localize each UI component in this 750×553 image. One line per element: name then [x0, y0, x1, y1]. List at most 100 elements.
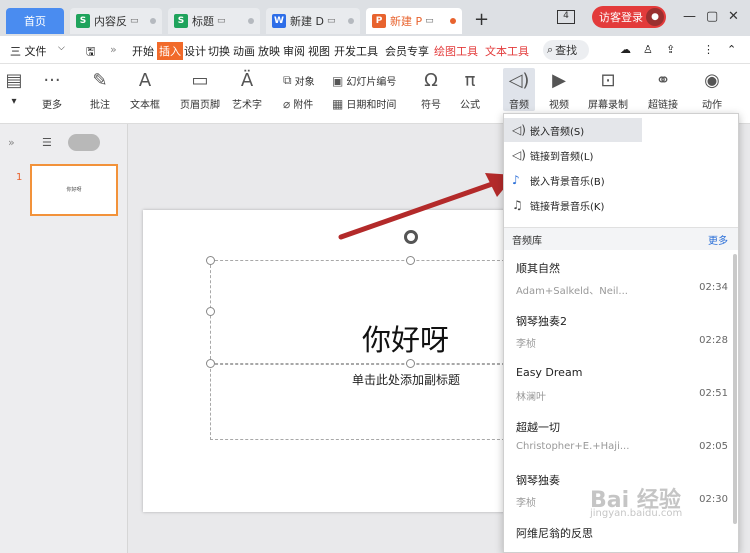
- guest-login-button[interactable]: 访客登录 ●: [592, 6, 666, 28]
- menu-design[interactable]: 设计: [184, 43, 206, 59]
- tab-unsaved-dot[interactable]: [450, 18, 456, 24]
- art-text-button[interactable]: Ä 艺术字: [232, 68, 262, 112]
- outline-view-icon[interactable]: ☰: [42, 136, 52, 149]
- title-placeholder[interactable]: [210, 260, 505, 364]
- tab-close-dot[interactable]: [348, 18, 354, 24]
- collapse-panel-icon[interactable]: »: [8, 136, 15, 149]
- picture-button[interactable]: ▤ ▾: [2, 68, 26, 108]
- library-more-link[interactable]: 更多: [708, 232, 728, 247]
- tab-doc-1[interactable]: S 内容反 ▭: [70, 8, 162, 34]
- menu-member[interactable]: 会员专享: [385, 43, 429, 59]
- menu-bar: 三 文件 ⌵ 🖫 » 开始 插入 设计 切换 动画 放映 审阅 视图 开发工具 …: [0, 36, 750, 64]
- screen-record-button[interactable]: ⊡ 屏幕录制: [588, 68, 628, 112]
- avatar: ●: [646, 8, 664, 26]
- ellipsis-icon: ···: [43, 69, 61, 91]
- annotation-arrow: [338, 173, 515, 240]
- link-icon: ⚭: [655, 69, 671, 91]
- menu-slideshow[interactable]: 放映: [258, 43, 280, 59]
- minimize-icon[interactable]: —: [683, 9, 696, 24]
- action-label: 动作: [702, 100, 722, 111]
- object-button[interactable]: ⧉ 对象: [283, 73, 315, 88]
- spreadsheet-icon: S: [174, 14, 188, 28]
- song-artist: Adam+Salkeld、Neil...: [516, 286, 628, 297]
- resize-handle[interactable]: [206, 256, 215, 265]
- menu-text-tools[interactable]: 文本工具: [485, 43, 529, 59]
- resize-handle[interactable]: [406, 256, 415, 265]
- window-count[interactable]: 4: [557, 10, 575, 24]
- slide-number-button[interactable]: ▣ 幻灯片编号: [332, 73, 396, 89]
- slide-number-icon: ▣: [332, 73, 344, 88]
- menu-transition[interactable]: 切换: [208, 43, 230, 59]
- slide-view-toggle[interactable]: [68, 134, 100, 151]
- screen-record-label: 屏幕录制: [588, 100, 628, 111]
- video-button[interactable]: ▶ 视频: [547, 68, 571, 112]
- overflow-icon[interactable]: »: [110, 43, 117, 56]
- library-song[interactable]: 阿维尼翁的反思: [516, 525, 728, 541]
- collapse-ribbon-icon[interactable]: ⌃: [727, 43, 736, 56]
- tab-doc-2[interactable]: S 标题 ▭: [168, 8, 260, 34]
- share-user-icon[interactable]: ♙: [643, 43, 653, 56]
- menu-drawing-tools[interactable]: 绘图工具: [434, 43, 478, 59]
- library-song[interactable]: Easy Dream 林澜叶 02:51: [516, 366, 728, 403]
- tab-home[interactable]: 首页: [6, 8, 64, 34]
- menu-view[interactable]: 视图: [308, 43, 330, 59]
- resize-handle[interactable]: [206, 359, 215, 368]
- date-time-button[interactable]: ▦ 日期和时间: [332, 96, 396, 112]
- library-song[interactable]: 超越一切 Christopher+E.+Haji... 02:05: [516, 419, 728, 452]
- symbol-button[interactable]: Ω 符号: [419, 68, 443, 112]
- formula-button[interactable]: π 公式: [458, 68, 482, 112]
- library-song[interactable]: 顺其自然 Adam+Salkeld、Neil... 02:34: [516, 260, 728, 297]
- monitor-icon: ▭: [217, 16, 226, 26]
- comment-icon: ✎: [92, 69, 108, 91]
- header-footer-button[interactable]: ▭ 页眉页脚: [180, 68, 220, 112]
- presentation-icon: P: [372, 14, 386, 28]
- song-duration: 02:34: [699, 282, 728, 293]
- menu-animation[interactable]: 动画: [233, 43, 255, 59]
- maximize-icon[interactable]: ▢: [706, 9, 718, 24]
- menu-developer[interactable]: 开发工具: [334, 43, 378, 59]
- song-artist: 林澜叶: [516, 392, 546, 403]
- tab-doc-3[interactable]: W 新建 D ▭: [266, 8, 360, 34]
- link-audio-item[interactable]: ◁) 链接到音频(L): [504, 143, 738, 167]
- export-icon[interactable]: ⇪: [666, 43, 675, 56]
- header-footer-icon: ▭: [191, 69, 209, 91]
- close-icon[interactable]: ✕: [728, 9, 739, 24]
- more-options-icon[interactable]: ⋮: [703, 43, 714, 56]
- embed-audio-item[interactable]: ◁) 嵌入音频(S): [504, 118, 642, 142]
- library-song[interactable]: 钢琴独奏2 李桢 02:28: [516, 313, 728, 350]
- save-icon[interactable]: 🖫: [86, 43, 95, 62]
- tab-label: 新建 P: [390, 15, 423, 28]
- dropdown-scrollbar[interactable]: [733, 254, 737, 524]
- resize-handle[interactable]: [206, 307, 215, 316]
- link-audio-icon: ◁): [512, 148, 526, 162]
- embed-bg-music-item[interactable]: ♪ 嵌入背景音乐(B): [504, 168, 738, 192]
- annotate-label: 批注: [90, 100, 110, 111]
- more-button[interactable]: ··· 更多: [40, 68, 64, 112]
- new-tab-button[interactable]: +: [474, 10, 489, 30]
- tab-doc-4-active[interactable]: P 新建 P ▭: [366, 8, 462, 34]
- resize-handle[interactable]: [406, 359, 415, 368]
- link-bg-music-item[interactable]: ♫ 链接背景音乐(K): [504, 193, 738, 217]
- slide-subtitle[interactable]: 单击此处添加副标题: [352, 371, 460, 388]
- audio-library-header: 音频库 更多: [504, 228, 738, 250]
- annotate-button[interactable]: ✎ 批注: [88, 68, 112, 112]
- menu-review[interactable]: 审阅: [283, 43, 305, 59]
- audio-button[interactable]: ◁) 音频: [503, 68, 535, 111]
- song-name: Easy Dream: [516, 366, 583, 379]
- hyperlink-button[interactable]: ⚭ 超链接: [648, 68, 678, 112]
- menu-start[interactable]: 开始: [132, 43, 154, 59]
- chevron-down-icon[interactable]: ⌵: [58, 43, 65, 53]
- song-duration: 02:28: [699, 335, 728, 346]
- slide-title[interactable]: 你好呀: [362, 317, 449, 359]
- file-menu[interactable]: 三 文件: [10, 43, 47, 59]
- cloud-icon[interactable]: ☁: [620, 43, 631, 56]
- textbox-button[interactable]: A 文本框: [130, 68, 160, 112]
- attachment-button[interactable]: ⌀ 附件: [283, 96, 313, 112]
- thumbnail-title: 你好呀: [66, 187, 82, 193]
- tab-close-dot[interactable]: [248, 18, 254, 24]
- slide-thumbnail[interactable]: 你好呀: [30, 164, 118, 216]
- action-button[interactable]: ◉ 动作: [700, 68, 724, 112]
- menu-insert[interactable]: 插入: [157, 42, 183, 60]
- search-box[interactable]: ⌕ 查找: [543, 40, 589, 60]
- tab-close-dot[interactable]: [150, 18, 156, 24]
